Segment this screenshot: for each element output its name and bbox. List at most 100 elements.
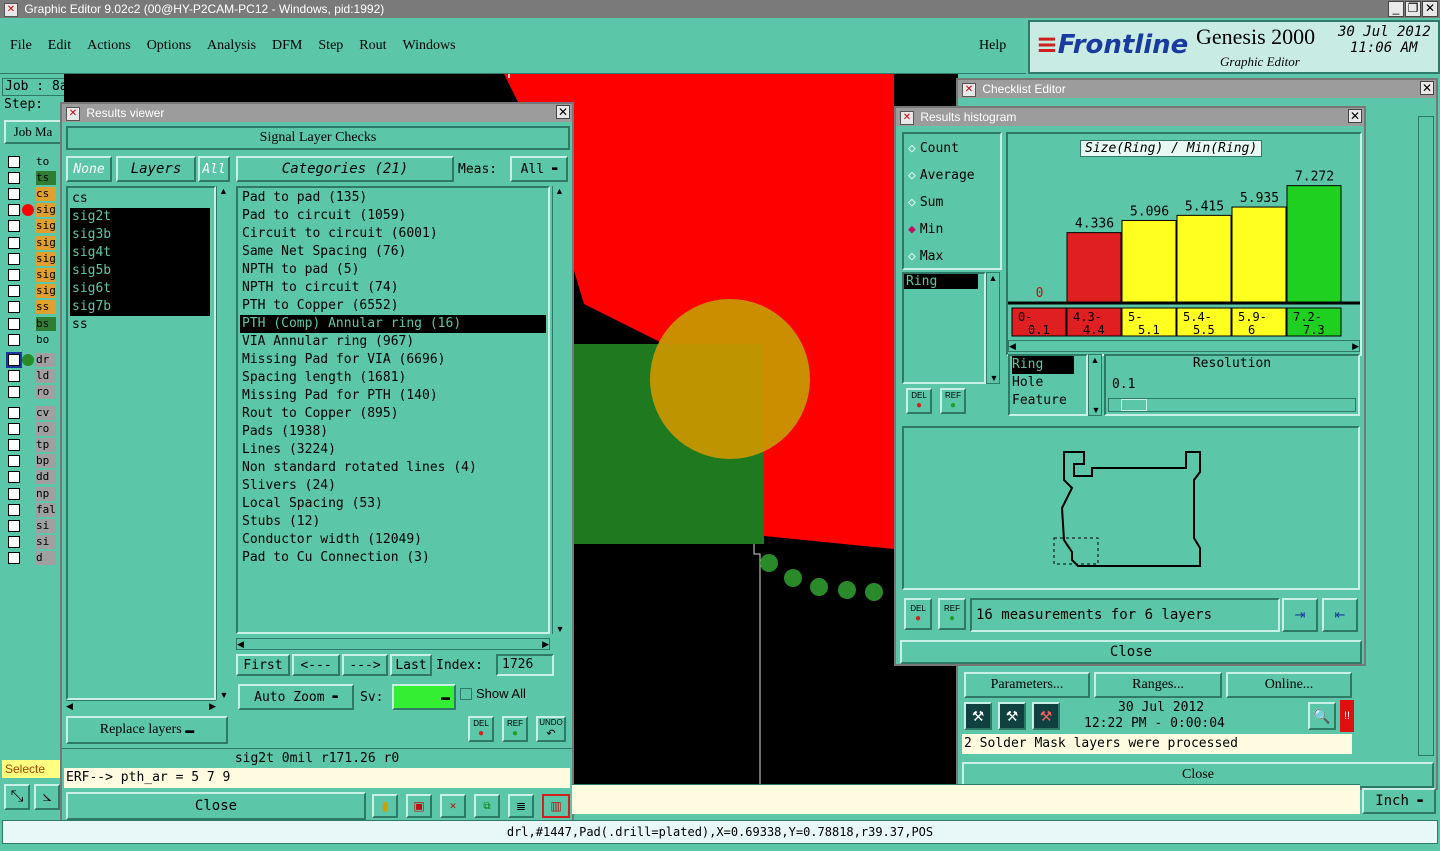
histogram-bar[interactable]: [1231, 206, 1287, 303]
radio-count[interactable]: ◇ Count: [904, 138, 1000, 165]
category-list-item[interactable]: Spacing length (1681): [240, 369, 546, 387]
meas-dropdown[interactable]: All ▬: [510, 156, 568, 182]
run-failed-icon[interactable]: ⚒: [1032, 702, 1060, 730]
layer-row[interactable]: ss: [8, 300, 62, 315]
hist-del-icon[interactable]: DEL ●: [904, 598, 932, 630]
close-icon[interactable]: ✕: [1422, 1, 1438, 17]
type-list-item[interactable]: Feature: [1012, 392, 1074, 410]
all-layers-button[interactable]: All: [198, 156, 230, 182]
category-list-item[interactable]: Stubs (12): [240, 513, 546, 531]
category-list-item[interactable]: Pad to Cu Connection (3): [240, 549, 546, 567]
layer-row[interactable]: bs: [8, 316, 62, 331]
layer-checkbox[interactable]: [8, 386, 20, 399]
compare-icon[interactable]: ⧉: [474, 794, 500, 818]
auto-zoom-dropdown[interactable]: Auto Zoom ▬: [238, 684, 354, 710]
categories-list[interactable]: Pad to pad (135) Pad to circuit (1059) Cir…: [236, 186, 550, 634]
minimize-icon[interactable]: _: [1388, 1, 1404, 17]
radio-sum[interactable]: ◇ Sum: [904, 192, 1000, 219]
category-list-item[interactable]: Rout to Copper (895): [240, 405, 546, 423]
category-list-item[interactable]: NPTH to pad (5): [240, 261, 546, 279]
show-all-checkbox[interactable]: [460, 688, 472, 700]
layer-checkbox[interactable]: [8, 252, 20, 265]
layer-checkbox[interactable]: [8, 268, 20, 281]
prev-measure-icon[interactable]: ⇤: [1322, 598, 1358, 632]
layers-scrollbar[interactable]: ▲ ▼: [216, 186, 230, 700]
attribute-list[interactable]: Ring: [902, 272, 986, 384]
layer-list-item[interactable]: sig4t: [70, 244, 210, 262]
category-list-item[interactable]: Circuit to circuit (6001): [240, 225, 546, 243]
list-item[interactable]: Ring: [904, 274, 978, 289]
layer-checkbox[interactable]: [8, 471, 20, 484]
layer-row[interactable]: cs: [8, 186, 62, 201]
layer-checkbox[interactable]: [8, 171, 20, 184]
menu-edit[interactable]: Edit: [48, 38, 71, 54]
menu-analysis[interactable]: Analysis: [207, 38, 256, 54]
layer-row[interactable]: bp: [8, 454, 62, 469]
layer-checkbox[interactable]: [8, 455, 20, 468]
close-icon[interactable]: ✕: [1348, 109, 1362, 123]
layer-row[interactable]: ld: [8, 369, 62, 384]
layer-checkbox[interactable]: [8, 503, 20, 516]
category-list-item[interactable]: Pad to pad (135): [240, 189, 546, 207]
layer-checkbox[interactable]: [8, 422, 20, 435]
layer-checkbox[interactable]: [8, 406, 20, 419]
layer-row[interactable]: sig: [8, 284, 62, 299]
histogram-bar[interactable]: [1176, 214, 1232, 303]
menu-dfm[interactable]: DFM: [272, 38, 302, 54]
layer-checkbox[interactable]: [8, 519, 20, 532]
categories-button[interactable]: Categories (21): [236, 156, 454, 182]
ranges-button[interactable]: Ranges...: [1094, 672, 1222, 698]
layer-list-item[interactable]: sig2t: [70, 208, 210, 226]
next-button[interactable]: --->: [342, 654, 388, 676]
type-list[interactable]: Ring Hole Feature: [1008, 354, 1088, 416]
layers-list[interactable]: cs sig2t sig3b sig4t sig5b sig6t sig7b ss: [66, 186, 216, 700]
layers-hscroll[interactable]: ◀ ▶: [66, 700, 216, 712]
categories-hscroll[interactable]: ◀ ▶: [236, 638, 550, 650]
menu-rout[interactable]: Rout: [359, 38, 386, 54]
category-list-item[interactable]: VIA Annular ring (967): [240, 333, 546, 351]
replace-layers-button[interactable]: Replace layers ▬: [66, 716, 228, 744]
layer-checkbox[interactable]: [8, 236, 20, 249]
layer-row[interactable]: ro: [8, 421, 62, 436]
zoom-tool-icon[interactable]: ⤡: [4, 784, 30, 810]
job-matrix-button[interactable]: Job Ma: [4, 120, 62, 144]
layer-checkbox[interactable]: [8, 333, 20, 346]
zoom-icon[interactable]: 🔍: [1308, 702, 1336, 730]
radio-max[interactable]: ◇ Max: [904, 246, 1000, 273]
layer-checkbox[interactable]: [8, 317, 20, 330]
run-icon[interactable]: ⚒: [964, 702, 992, 730]
layer-row[interactable]: np: [8, 486, 62, 501]
layer-checkbox[interactable]: [8, 536, 20, 549]
histogram-icon[interactable]: ▥: [542, 794, 570, 818]
menu-options[interactable]: Options: [147, 38, 191, 54]
layer-checkbox[interactable]: [8, 552, 20, 565]
attribute-list-scrollbar[interactable]: ▲ ▼: [986, 272, 1000, 384]
layer-row[interactable]: ts: [8, 170, 62, 185]
resolution-slider-thumb[interactable]: [1121, 399, 1147, 411]
layer-row[interactable]: sig: [8, 203, 62, 218]
hist-del-top-icon[interactable]: DEL ●: [906, 388, 932, 414]
histogram-close-button[interactable]: Close: [900, 640, 1362, 664]
layer-checkbox[interactable]: [6, 351, 22, 368]
category-list-item[interactable]: PTH to Copper (6552): [240, 297, 546, 315]
next-measure-icon[interactable]: ⇥: [1282, 598, 1318, 632]
del-icon[interactable]: DEL ●: [468, 716, 494, 742]
menu-help[interactable]: Help: [979, 38, 1006, 54]
radio-min[interactable]: ◆ Min: [904, 219, 1000, 246]
layer-checkbox[interactable]: [8, 155, 20, 168]
layer-list-item[interactable]: sig5b: [70, 262, 210, 280]
hist-ref-top-icon[interactable]: REF ●: [940, 388, 966, 414]
layer-checkbox[interactable]: [8, 204, 20, 217]
close-icon[interactable]: ✕: [556, 105, 570, 119]
parameters-button[interactable]: Parameters...: [964, 672, 1090, 698]
histogram-bar[interactable]: [1121, 219, 1177, 303]
layers-button[interactable]: Layers: [116, 156, 196, 182]
layer-list-item[interactable]: ss: [70, 316, 210, 334]
category-list-item[interactable]: Lines (3224): [240, 441, 546, 459]
ref-off-icon[interactable]: ✕: [440, 794, 466, 818]
measure-tool-icon[interactable]: ⦣: [34, 784, 60, 810]
layer-row[interactable]: cv: [8, 405, 62, 420]
close-icon[interactable]: ✕: [1420, 81, 1434, 95]
type-list-scrollbar[interactable]: ▲ ▼: [1088, 354, 1102, 416]
alert-icon[interactable]: !!: [1340, 700, 1354, 732]
